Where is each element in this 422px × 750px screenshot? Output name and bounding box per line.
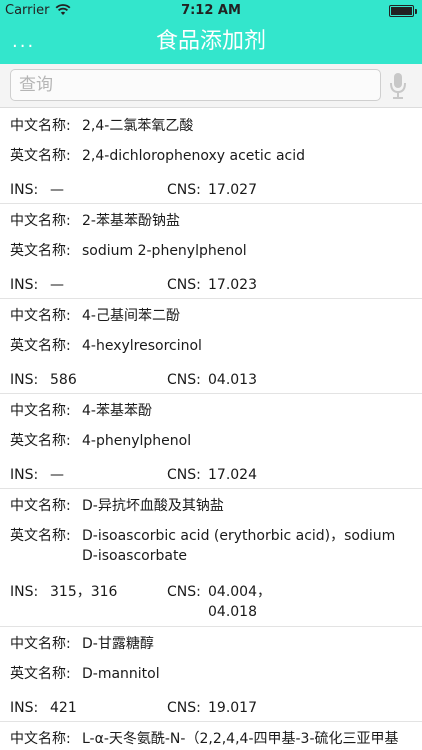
microphone-icon[interactable] [388,72,408,100]
cn-name-value: 4-己基间苯二酚 [82,308,180,324]
ins-label: INS: [10,372,39,388]
ins-value: — [50,467,64,483]
ins-label: INS: [10,182,39,198]
ins-value: 586 [50,372,77,388]
list-item[interactable]: 中文名称: 4-苯基苯酚 英文名称: 4-phenylphenol INS: — CN… [0,394,422,489]
en-name-label: 英文名称: [10,528,71,544]
ins-label: INS: [10,700,39,716]
page-title: 食品添加剂 [155,29,266,54]
additive-list: 中文名称: 2,4-二氯苯氧乙酸 英文名称: 2,4-dichlorophenoxy… [0,109,422,750]
list-item[interactable]: 中文名称: 2-苯基苯酚钠盐 英文名称: sodium 2-phenylphenol… [0,204,422,299]
nav-bar: ... 食品添加剂 [0,22,422,64]
cns-value: 17.023 [208,277,257,293]
cn-name-value: D-甘露糖醇 [82,636,154,652]
cn-name-label: 中文名称: [10,403,71,419]
en-name-value: D-isoascorbic acid (erythorbic acid)，sod… [82,528,396,564]
list-item[interactable]: 中文名称: L-α-天冬氨酰-N-（2,2,4,4-四甲基-3-硫化三亚甲基 [0,722,422,750]
cns-label: CNS: [167,700,201,716]
list-item[interactable]: 中文名称: 2,4-二氯苯氧乙酸 英文名称: 2,4-dichlorophenoxy… [0,109,422,204]
cns-label: CNS: [167,277,201,293]
ins-label: INS: [10,277,39,293]
en-name-label: 英文名称: [10,243,71,259]
cn-name-value: L-α-天冬氨酰-N-（2,2,4,4-四甲基-3-硫化三亚甲基 [82,731,399,747]
cn-name-label: 中文名称: [10,731,71,747]
cn-name-label: 中文名称: [10,308,71,324]
status-bar: Carrier 7:12 AM [0,0,422,22]
ins-value: 315，316 [50,584,118,600]
en-name-value: 4-phenylphenol [82,433,192,449]
cns-label: CNS: [167,467,201,483]
cns-value: 17.027 [208,182,257,198]
ins-value: — [50,182,64,198]
ins-label: INS: [10,467,39,483]
list-item[interactable]: 中文名称: D-甘露糖醇 英文名称: D-mannitol INS: 421 CNS:… [0,627,422,722]
en-name-value: D-mannitol [82,666,160,682]
cn-name-value: 2-苯基苯酚钠盐 [82,213,180,229]
en-name-label: 英文名称: [10,433,71,449]
ins-label: INS: [10,584,39,600]
list-item[interactable]: 中文名称: D-异抗坏血酸及其钠盐 英文名称: D-isoascorbic acid… [0,489,422,627]
clock: 7:12 AM [181,3,241,18]
cn-name-label: 中文名称: [10,636,71,652]
ins-value: 421 [50,700,77,716]
cn-name-label: 中文名称: [10,118,71,134]
en-name-value: 4-hexylresorcinol [82,338,202,354]
cns-value: 04.004，04.018 [208,584,271,620]
cns-label: CNS: [167,584,201,600]
en-name-label: 英文名称: [10,338,71,354]
en-name-value: 2,4-dichlorophenoxy acetic acid [82,148,306,164]
cns-value: 04.013 [208,372,257,388]
cns-value: 19.017 [208,700,257,716]
search-bar [0,64,422,108]
ins-value: — [50,277,64,293]
cn-name-value: 4-苯基苯酚 [82,403,152,419]
cn-name-label: 中文名称: [10,498,71,514]
cns-label: CNS: [167,372,201,388]
battery-icon [389,5,417,17]
cns-value: 17.024 [208,467,257,483]
en-name-label: 英文名称: [10,148,71,164]
list-item[interactable]: 中文名称: 4-己基间苯二酚 英文名称: 4-hexylresorcinol INS… [0,299,422,394]
cn-name-value: D-异抗坏血酸及其钠盐 [82,498,224,514]
cn-name-label: 中文名称: [10,213,71,229]
search-input[interactable] [10,69,381,101]
app-header: Carrier 7:12 AM ... 食品添加剂 [0,0,422,64]
en-name-label: 英文名称: [10,666,71,682]
cns-label: CNS: [167,182,201,198]
cn-name-value: 2,4-二氯苯氧乙酸 [82,118,194,134]
en-name-value: sodium 2-phenylphenol [82,243,247,259]
